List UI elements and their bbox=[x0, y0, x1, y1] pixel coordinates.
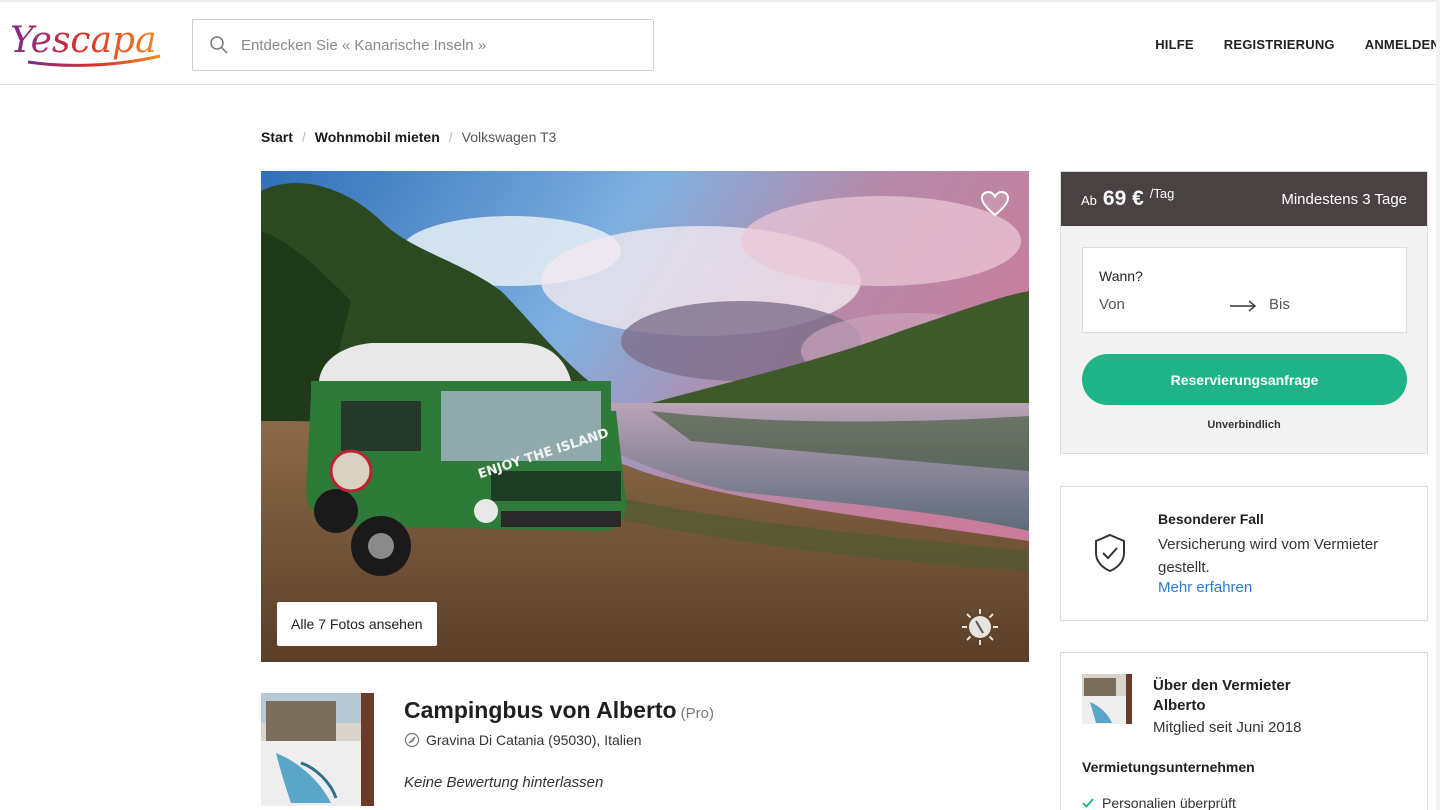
learn-more-link[interactable]: Mehr erfahren bbox=[1158, 579, 1252, 596]
insurance-title: Besonderer Fall bbox=[1158, 511, 1264, 527]
start-date-field[interactable]: Von bbox=[1099, 296, 1125, 313]
owner-name: Alberto bbox=[1153, 697, 1206, 714]
hero-photo[interactable]: ENJOY THE ISLAND Alle 7 Fotos ansehen bbox=[261, 171, 1029, 662]
breadcrumb-separator: / bbox=[448, 129, 453, 145]
site-header: Yescapa Entdecken Sie « Kanarische Insel… bbox=[0, 0, 1440, 85]
breadcrumb-rent[interactable]: Wohnmobil mieten bbox=[315, 129, 440, 145]
top-nav: HILFE REGISTRIERUNG ANMELDEN bbox=[1155, 37, 1440, 52]
breadcrumb-separator: / bbox=[301, 129, 306, 145]
location: Gravina Di Catania (95030), Italien bbox=[404, 732, 642, 748]
breadcrumb-start[interactable]: Start bbox=[261, 129, 293, 145]
listing-title: Campingbus von Alberto (Pro) bbox=[404, 697, 714, 724]
breadcrumb: Start / Wohnmobil mieten / Volkswagen T3 bbox=[261, 129, 556, 145]
search-icon bbox=[210, 36, 228, 54]
vehicle-thumbnail[interactable] bbox=[261, 693, 374, 806]
scrollbar-track[interactable] bbox=[1436, 0, 1440, 810]
member-since: Mitglied seit Juni 2018 bbox=[1153, 719, 1302, 736]
arrow-right-icon bbox=[1230, 300, 1257, 312]
location-icon bbox=[404, 732, 420, 748]
owner-heading-label: Über den Vermieter bbox=[1153, 677, 1291, 694]
date-picker[interactable]: Wann? Von Bis bbox=[1082, 247, 1407, 333]
end-date-field[interactable]: Bis bbox=[1269, 296, 1290, 313]
insurance-card: Besonderer Fall Versicherung wird vom Ve… bbox=[1060, 486, 1428, 621]
minimum-days: Mindestens 3 Tage bbox=[1281, 190, 1407, 208]
non-binding-note: Unverbindlich bbox=[1207, 419, 1281, 431]
review-status: Keine Bewertung hinterlassen bbox=[404, 774, 604, 791]
owner-heading: Über den Vermieter Alberto bbox=[1153, 676, 1291, 716]
insurance-text: Versicherung wird vom Vermieter gestellt… bbox=[1158, 536, 1379, 576]
nav-help[interactable]: HILFE bbox=[1155, 37, 1194, 52]
price-value: 69 € bbox=[1102, 187, 1144, 210]
photographer-watermark-icon bbox=[962, 609, 998, 645]
svg-text:Yescapa: Yescapa bbox=[10, 20, 157, 61]
price-bar: Ab 69 € /Tag Mindestens 3 Tage bbox=[1061, 172, 1427, 226]
checkmark-icon bbox=[1082, 798, 1094, 808]
identity-verified-text: Personalien überprüft bbox=[1102, 795, 1236, 810]
yescapa-logo[interactable]: Yescapa bbox=[8, 14, 168, 76]
view-all-photos-button[interactable]: Alle 7 Fotos ansehen bbox=[277, 602, 437, 646]
booking-card: Ab 69 € /Tag Mindestens 3 Tage Wann? Von… bbox=[1060, 171, 1428, 454]
owner-avatar[interactable] bbox=[1082, 674, 1132, 724]
nav-login[interactable]: ANMELDEN bbox=[1365, 37, 1440, 52]
shield-check-icon bbox=[1095, 533, 1125, 573]
breadcrumb-current: Volkswagen T3 bbox=[461, 129, 557, 145]
location-text: Gravina Di Catania (95030), Italien bbox=[426, 732, 642, 748]
date-picker-label: Wann? bbox=[1099, 268, 1143, 284]
pro-tag: (Pro) bbox=[680, 705, 714, 722]
price-from-label: Ab bbox=[1081, 193, 1097, 208]
nav-register[interactable]: REGISTRIERUNG bbox=[1224, 37, 1335, 52]
identity-verified: Personalien überprüft bbox=[1082, 795, 1236, 810]
search-input[interactable]: Entdecken Sie « Kanarische Inseln » bbox=[192, 19, 654, 71]
price-unit: /Tag bbox=[1149, 186, 1175, 201]
search-placeholder: Entdecken Sie « Kanarische Inseln » bbox=[241, 36, 487, 54]
favorite-heart-icon[interactable] bbox=[981, 191, 1009, 217]
listing-title-text: Campingbus von Alberto bbox=[404, 697, 677, 723]
reservation-request-button[interactable]: Reservierungsanfrage bbox=[1082, 354, 1407, 405]
owner-card: Über den Vermieter Alberto Mitglied seit… bbox=[1060, 652, 1428, 810]
rental-company-label: Vermietungsunternehmen bbox=[1082, 759, 1255, 775]
